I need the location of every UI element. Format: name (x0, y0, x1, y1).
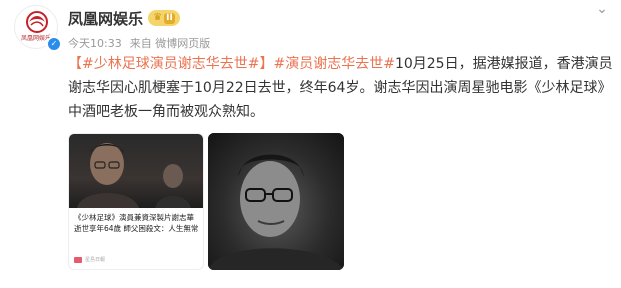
topic-link-2[interactable]: #演员谢志华去世# (273, 56, 394, 72)
avatar[interactable]: 凤凰网娱乐 ✓ (14, 5, 62, 52)
topic-link-1[interactable]: 【#少林足球演员谢志华去世#】 (68, 56, 273, 72)
post-image-2[interactable] (208, 133, 344, 270)
portrait-photo (208, 133, 344, 270)
account-name[interactable]: 凤凰网娱乐 (68, 8, 143, 29)
post-meta: 今天10:33 来自 微博网页版 (68, 35, 210, 51)
member-badge[interactable]: ♛ II (148, 10, 180, 26)
image-source: 星島日報 (74, 256, 105, 263)
post-time[interactable]: 今天10:33 (68, 35, 122, 51)
post-source: 来自 微博网页版 (129, 37, 211, 50)
post-text: 【#少林足球演员谢志华去世#】#演员谢志华去世#10月25日，据港媒报道，香港演… (68, 52, 613, 124)
weibo-post: 凤凰网娱乐 ✓ 凤凰网娱乐 ♛ II 今天10:33 来自 微博网页版 ⌄ 【#… (0, 0, 621, 288)
source-mark-icon (74, 256, 82, 263)
image-caption: 《少林足球》演員兼資深製片謝志華逝世享年64歲 師父困殺文：人生無常 (74, 213, 199, 233)
post-image-1[interactable]: 《少林足球》演員兼資深製片謝志華逝世享年64歲 師父困殺文：人生無常 星島日報 (68, 133, 204, 270)
news-photo (69, 134, 203, 208)
member-level: II (164, 12, 175, 24)
phoenix-logo-icon (26, 11, 48, 33)
image-source-text: 星島日報 (85, 257, 106, 263)
verified-icon: ✓ (46, 36, 62, 52)
crown-icon: ♛ (153, 12, 163, 23)
chevron-down-icon[interactable]: ⌄ (592, 0, 612, 18)
